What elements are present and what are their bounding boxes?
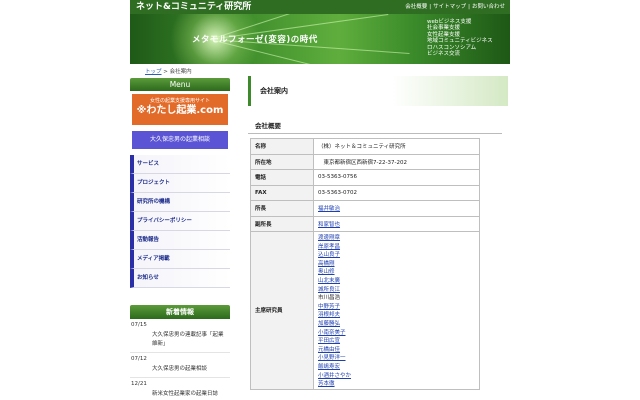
row-label: 電話 xyxy=(250,169,314,186)
row-label: FAX xyxy=(250,184,314,201)
sidebar: Menu 女性の起業支援専用サイト ※わたし起業.com 大久保忠男の起業相談 … xyxy=(130,78,230,400)
news-title-link[interactable]: 大久保忠男の連載記事「起業維新」 xyxy=(130,329,230,352)
table-row: 所長 福井敏治 xyxy=(250,200,480,217)
row-label: 副所長 xyxy=(250,215,314,232)
news-list: 07/15 大久保忠男の連載記事「起業維新」 07/12 大久保忠男の起業相談 … xyxy=(130,319,230,400)
researcher-link[interactable]: 奥山修 xyxy=(318,268,475,277)
table-row: 主席研究員 渡邊剛章 岸原孝昌 込山良子 高橋剛 奥山修 山北末廣 城所良江 市川昌浩 中野芳子… xyxy=(250,231,480,390)
row-label: 所長 xyxy=(250,200,314,217)
nav-item-media[interactable]: メディア掲載 xyxy=(130,250,230,269)
researcher-link[interactable]: 羽根邦夫 xyxy=(318,311,475,320)
company-link[interactable]: 会社概要 xyxy=(405,4,427,10)
row-label: 名称 xyxy=(250,138,314,155)
news-title-link[interactable]: 新米女性起業家の起業日誌 xyxy=(130,388,230,400)
row-value: 03-5363-0702 xyxy=(313,184,480,201)
nav-list: サービス プロジェクト 研究所の機構 プライバシーポリシー 活動報告 メディア掲… xyxy=(130,155,230,288)
table-row: 所在地 東京都新宿区西新宿7-22-37-202 xyxy=(250,153,480,170)
researcher-link[interactable]: 飯嶋寿宏 xyxy=(318,363,475,372)
news-title-link[interactable]: 大久保忠男の起業相談 xyxy=(130,363,230,377)
news-item: 07/15 大久保忠男の連載記事「起業維新」 xyxy=(130,319,230,353)
banner-service: 地域コミュニティビジネス xyxy=(427,38,493,45)
nav-item-activity[interactable]: 活動報告 xyxy=(130,231,230,250)
promo-banner[interactable]: 女性の起業支援専用サイト ※わたし起業.com xyxy=(132,94,228,125)
banner-title: メタモルフォーゼ(変容)の時代 xyxy=(192,35,318,45)
breadcrumb-home[interactable]: トップ xyxy=(145,69,162,75)
nav-item-project[interactable]: プロジェクト xyxy=(130,174,230,193)
researcher-name: 市川昌浩 xyxy=(318,295,341,302)
contact-link[interactable]: お問い合わせ xyxy=(472,4,505,10)
header-banner: メタモルフォーゼ(変容)の時代 webビジネス支援 社会事業支援 女性起業支援 … xyxy=(130,14,510,64)
page-title: 会社案内 xyxy=(248,76,508,106)
researcher-link[interactable]: 城所良江 xyxy=(318,286,475,295)
consult-button[interactable]: 大久保忠男の起業相談 xyxy=(132,131,228,149)
researcher-link[interactable]: 高橋剛 xyxy=(318,260,475,269)
members-list: 渡邊剛章 岸原孝昌 込山良子 高橋剛 奥山修 山北末廣 城所良江 市川昌浩 中野芳子 羽根邦夫 加藤… xyxy=(313,231,480,390)
nav-item-organization[interactable]: 研究所の機構 xyxy=(130,193,230,212)
researcher-link[interactable]: 岸原孝昌 xyxy=(318,243,475,252)
news-item: 12/21 新米女性起業家の起業日誌 xyxy=(130,378,230,400)
table-row: 名称 （株）ネット＆コミュニティ研究所 xyxy=(250,138,480,155)
researcher-link[interactable]: 平田広宣 xyxy=(318,337,475,346)
news-header: 新着情報 xyxy=(130,305,230,319)
company-info-table: 名称 （株）ネット＆コミュニティ研究所 所在地 東京都新宿区西新宿7-22-37… xyxy=(250,138,480,390)
researcher-link[interactable]: 元橋由佳 xyxy=(318,346,475,355)
news-date: 07/15 xyxy=(131,322,147,328)
director-link[interactable]: 福井敏治 xyxy=(318,206,340,212)
researcher-link[interactable]: 中野芳子 xyxy=(318,303,475,312)
news-item: 07/12 大久保忠男の起業相談 xyxy=(130,353,230,378)
deputy-director-link[interactable]: 和家智也 xyxy=(318,222,340,228)
news-date: 12/21 xyxy=(131,381,147,387)
row-value: 03-5363-0756 xyxy=(313,169,480,186)
promo-title: ※わたし起業.com xyxy=(136,105,224,116)
researcher-link[interactable]: 山北末廣 xyxy=(318,277,475,286)
nav-item-privacy[interactable]: プライバシーポリシー xyxy=(130,212,230,231)
breadcrumb: トップ > 会社案内 xyxy=(145,67,192,75)
row-value: 福井敏治 xyxy=(313,200,480,217)
sitemap-link[interactable]: サイトマップ xyxy=(433,4,466,10)
row-value: （株）ネット＆コミュニティ研究所 xyxy=(313,138,480,155)
banner-service: ビジネス交流 xyxy=(427,51,461,58)
row-label: 主席研究員 xyxy=(250,231,314,390)
header-links: 会社概要 | サイトマップ | お問い合わせ xyxy=(405,4,505,10)
researcher-link[interactable]: 小南奈美子 xyxy=(318,329,475,338)
researcher-link[interactable]: 芳本徹 xyxy=(318,380,475,389)
row-label: 所在地 xyxy=(250,153,314,170)
researcher-link[interactable]: 小見野洋一 xyxy=(318,354,475,363)
table-row: FAX 03-5363-0702 xyxy=(250,184,480,201)
section-heading: 会社概要 xyxy=(248,120,502,134)
researcher-link[interactable]: 加藤勝弘 xyxy=(318,320,475,329)
site-title[interactable]: ネット&コミュニティ研究所 xyxy=(136,1,251,13)
promo-subtitle: 女性の起業支援専用サイト xyxy=(149,98,210,104)
row-value: 和家智也 xyxy=(313,215,480,232)
main-content: 会社案内 会社概要 名称 （株）ネット＆コミュニティ研究所 所在地 東京都新宿区… xyxy=(248,76,508,390)
news-date: 07/12 xyxy=(131,356,147,362)
researcher-link[interactable]: 込山良子 xyxy=(318,251,475,260)
nav-item-service[interactable]: サービス xyxy=(130,155,230,174)
row-value: 東京都新宿区西新宿7-22-37-202 xyxy=(313,153,480,170)
breadcrumb-current: 会社案内 xyxy=(169,69,192,75)
banner-service-list: webビジネス支援 社会事業支援 女性起業支援 地域コミュニティビジネス ロハス… xyxy=(427,19,493,57)
nav-item-news[interactable]: お知らせ xyxy=(130,269,230,288)
table-row: 電話 03-5363-0756 xyxy=(250,169,480,186)
researcher-link[interactable]: 渡邊剛章 xyxy=(318,234,475,243)
researcher-link[interactable]: 小酒井さやか xyxy=(318,372,475,381)
breadcrumb-separator: > xyxy=(163,69,168,75)
table-row: 副所長 和家智也 xyxy=(250,215,480,232)
menu-header: Menu xyxy=(130,78,230,91)
